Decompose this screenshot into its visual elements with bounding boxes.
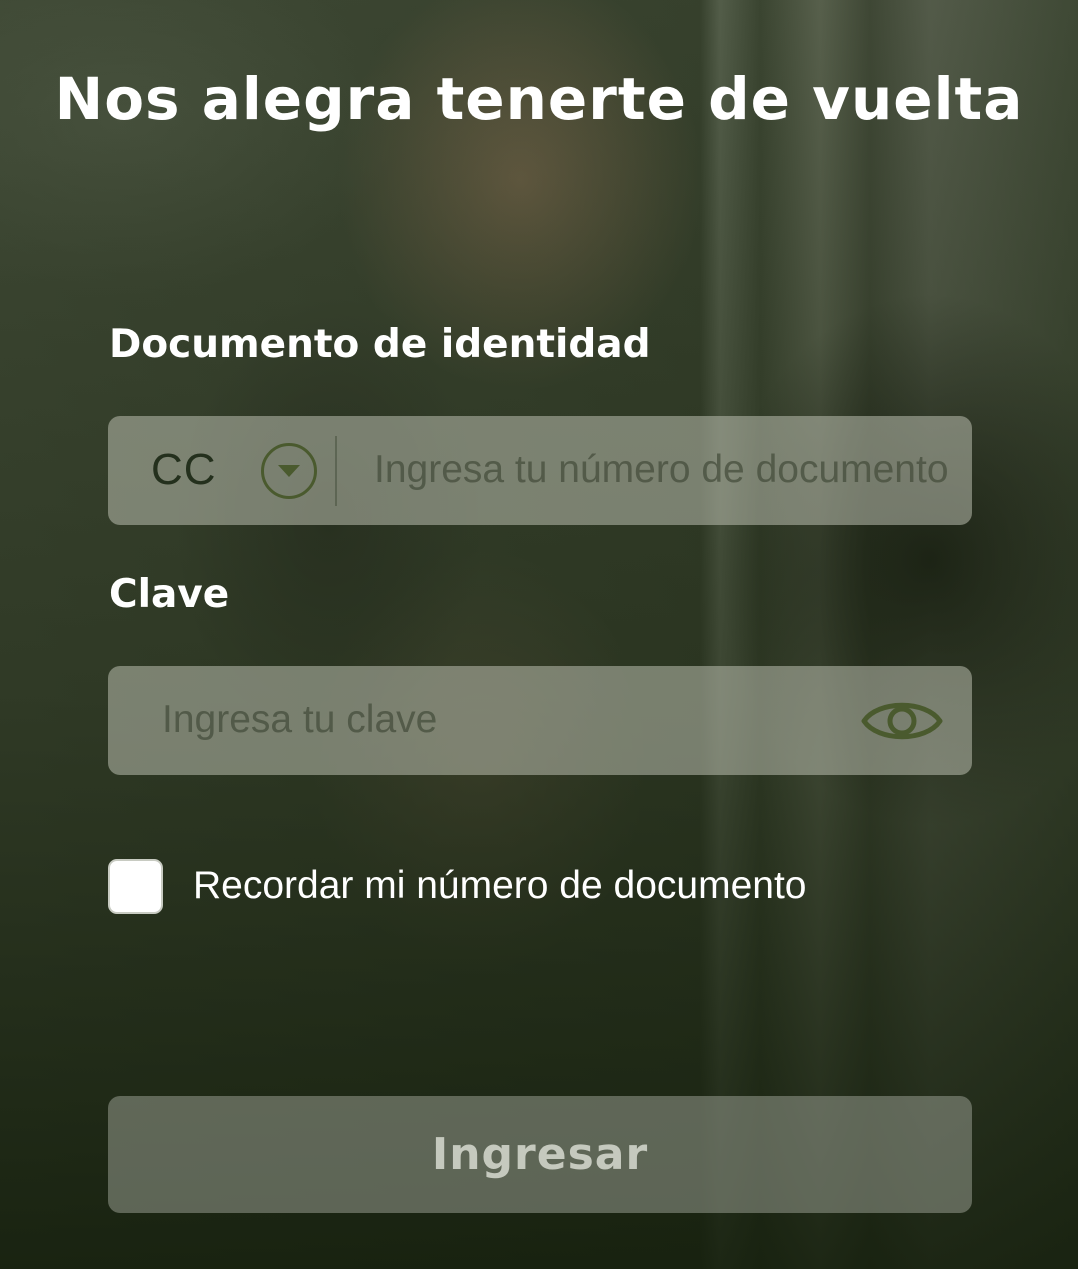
divider (335, 436, 337, 506)
page-title: Nos alegra tenerte de vuelta (54, 65, 1024, 133)
background-overlay (0, 0, 1078, 1269)
remember-row: Recordar mi número de documento (108, 858, 806, 914)
remember-checkbox[interactable] (108, 858, 163, 914)
document-number-input[interactable] (374, 444, 968, 496)
eye-icon[interactable] (860, 692, 944, 750)
document-label: Documento de identidad (109, 322, 651, 367)
remember-label[interactable]: Recordar mi número de documento (193, 864, 806, 908)
document-field: CC (108, 416, 972, 525)
chevron-down-icon[interactable] (261, 443, 317, 499)
document-type-value[interactable]: CC (151, 442, 217, 498)
password-field (108, 666, 972, 775)
password-label: Clave (109, 572, 230, 617)
submit-button[interactable]: Ingresar (108, 1096, 972, 1213)
password-input[interactable] (162, 694, 842, 746)
